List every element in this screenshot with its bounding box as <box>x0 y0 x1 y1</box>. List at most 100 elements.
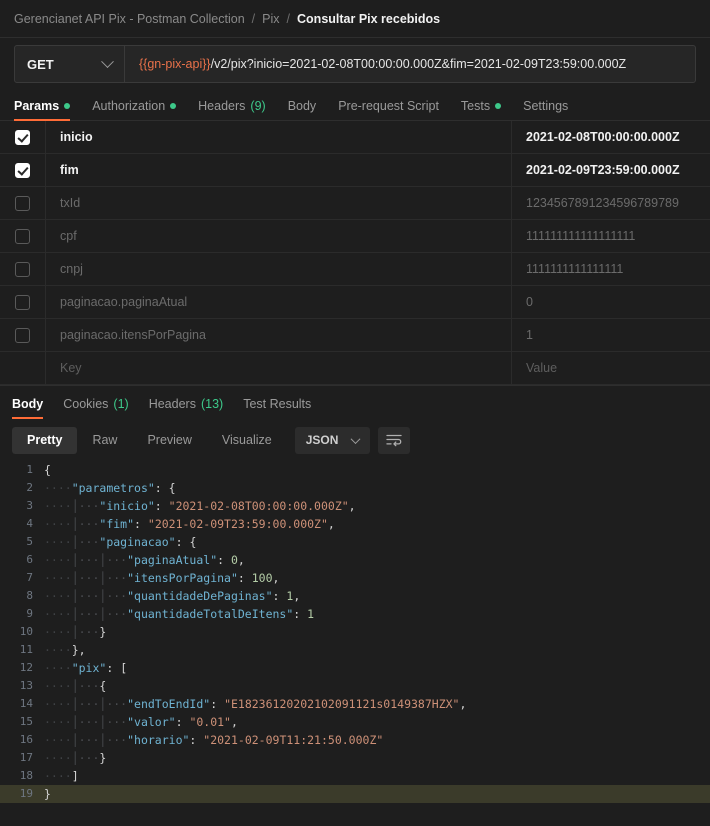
line-number: 15 <box>19 715 33 728</box>
breadcrumb-separator: / <box>251 11 256 26</box>
table-row-new[interactable]: Key Value <box>0 352 710 385</box>
new-param-value-input[interactable]: Value <box>512 352 710 384</box>
code-token-punc: : <box>175 535 190 549</box>
view-preview-button[interactable]: Preview <box>132 427 206 454</box>
param-checkbox-cell[interactable] <box>0 121 46 153</box>
word-wrap-button[interactable] <box>378 426 411 454</box>
code-token-brace: { <box>44 463 51 477</box>
line-number: 1 <box>26 463 33 476</box>
indent-guide: │··· <box>99 733 128 747</box>
tab-authorization[interactable]: Authorization <box>92 99 177 120</box>
line-number: 14 <box>19 697 33 710</box>
param-value[interactable]: 111111111111111111 <box>512 220 710 252</box>
table-row[interactable]: cpf 111111111111111111 <box>0 220 710 253</box>
response-body-toolbar: Pretty Raw Preview Visualize JSON <box>0 419 710 461</box>
param-key[interactable]: inicio <box>46 121 512 153</box>
param-value[interactable]: 1 <box>512 319 710 351</box>
param-checkbox-cell[interactable] <box>0 187 46 219</box>
param-checkbox-cell[interactable] <box>0 154 46 186</box>
line-number: 18 <box>19 769 33 782</box>
code-token-punc: : <box>154 499 169 513</box>
indent-guide: │··· <box>99 589 128 603</box>
param-value[interactable]: 0 <box>512 286 710 318</box>
code-token-str: "2021-02-09T11:21:50.000Z" <box>203 733 384 747</box>
tab-response-headers[interactable]: Headers (13) <box>149 397 223 419</box>
response-tabs: Body Cookies (1) Headers (13) Test Resul… <box>0 385 710 419</box>
code-line-content: ····│···} <box>44 623 106 641</box>
param-checkbox-cell[interactable] <box>0 319 46 351</box>
checkbox-icon[interactable] <box>15 327 30 343</box>
checkbox-icon[interactable] <box>15 129 30 145</box>
checkbox-icon[interactable] <box>15 294 30 310</box>
param-key[interactable]: paginacao.paginaAtual <box>46 286 512 318</box>
line-number: 13 <box>19 679 33 692</box>
response-body-code[interactable]: 1{2 ····"parametros": {3 ····│···"inicio":… <box>0 461 710 819</box>
param-checkbox-cell[interactable] <box>0 220 46 252</box>
param-value[interactable]: 2021-02-09T23:59:00.000Z <box>512 154 710 186</box>
code-token-key: "fim" <box>99 517 135 531</box>
param-checkbox-cell[interactable] <box>0 286 46 318</box>
indent-guide: │··· <box>71 715 100 729</box>
code-token-num: 1 <box>307 607 315 621</box>
param-key[interactable]: cnpj <box>46 253 512 285</box>
code-token-punc: , <box>348 499 356 513</box>
indent-guide: │··· <box>99 571 128 585</box>
tab-tests[interactable]: Tests <box>461 99 502 120</box>
line-number: 16 <box>19 733 33 746</box>
code-line-content: ····│···{ <box>44 677 106 695</box>
tab-settings[interactable]: Settings <box>523 99 568 120</box>
table-row[interactable]: cnpj 1111111111111111 <box>0 253 710 286</box>
param-key[interactable]: paginacao.itensPorPagina <box>46 319 512 351</box>
tab-pre-request-script[interactable]: Pre-request Script <box>338 99 439 120</box>
indent-guide: │··· <box>71 517 100 531</box>
code-token-punc: : <box>189 733 204 747</box>
tab-body-label: Body <box>287 99 317 113</box>
tab-headers[interactable]: Headers (9) <box>198 99 266 120</box>
breadcrumb: Gerencianet API Pix - Postman Collection… <box>0 0 710 38</box>
table-row[interactable]: paginacao.paginaAtual 0 <box>0 286 710 319</box>
http-method-select[interactable]: GET <box>15 46 125 82</box>
table-row[interactable]: paginacao.itensPorPagina 1 <box>0 319 710 352</box>
table-row[interactable]: txId 1234567891234596789789 <box>0 187 710 220</box>
param-value[interactable]: 1234567891234596789789 <box>512 187 710 219</box>
param-key[interactable]: fim <box>46 154 512 186</box>
code-line-content: ····│···│···"quantidadeTotalDeItens": 1 <box>44 605 314 623</box>
checkbox-icon[interactable] <box>15 195 30 211</box>
code-line: 12 ····"pix": [ <box>0 659 710 677</box>
new-param-key-input[interactable]: Key <box>46 352 512 384</box>
tab-test-results[interactable]: Test Results <box>243 397 311 419</box>
table-row[interactable]: inicio 2021-02-08T00:00:00.000Z <box>0 121 710 154</box>
line-number: 6 <box>26 553 33 566</box>
tab-settings-label: Settings <box>523 99 569 113</box>
http-method-label: GET <box>27 56 54 72</box>
code-line-content: } <box>44 785 51 803</box>
body-format-select[interactable]: JSON <box>294 426 371 454</box>
breadcrumb-collection[interactable]: Gerencianet API Pix - Postman Collection <box>14 12 245 26</box>
code-token-punc: : <box>217 553 231 567</box>
checkbox-icon[interactable] <box>15 261 30 277</box>
indent-guide: ···· <box>44 697 72 711</box>
param-checkbox-cell[interactable] <box>0 253 46 285</box>
tab-response-body[interactable]: Body <box>12 397 44 419</box>
tab-params[interactable]: Params <box>14 99 71 121</box>
breadcrumb-folder[interactable]: Pix <box>262 12 279 26</box>
param-value[interactable]: 1111111111111111 <box>512 253 710 285</box>
code-line: 10 ····│···} <box>0 623 710 641</box>
tab-response-cookies[interactable]: Cookies (1) <box>63 397 128 419</box>
checkbox-icon[interactable] <box>15 228 30 244</box>
url-input[interactable]: {{gn-pix-api}}/v2/pix?inicio=2021-02-08T… <box>125 46 695 82</box>
code-line-content: { <box>44 461 51 479</box>
param-key[interactable]: cpf <box>46 220 512 252</box>
view-pretty-button[interactable]: Pretty <box>12 426 78 454</box>
indent-guide: ···· <box>44 661 72 675</box>
param-key[interactable]: txId <box>46 187 512 219</box>
view-visualize-button[interactable]: Visualize <box>207 427 287 454</box>
view-raw-button[interactable]: Raw <box>77 427 132 454</box>
tab-body[interactable]: Body <box>288 99 317 120</box>
table-row[interactable]: fim 2021-02-09T23:59:00.000Z <box>0 154 710 187</box>
code-token-punc: : <box>272 589 287 603</box>
code-token-brace: ] <box>71 769 79 783</box>
param-value[interactable]: 2021-02-08T00:00:00.000Z <box>512 121 710 153</box>
code-token-punc: : <box>237 571 252 585</box>
checkbox-icon[interactable] <box>15 162 30 178</box>
